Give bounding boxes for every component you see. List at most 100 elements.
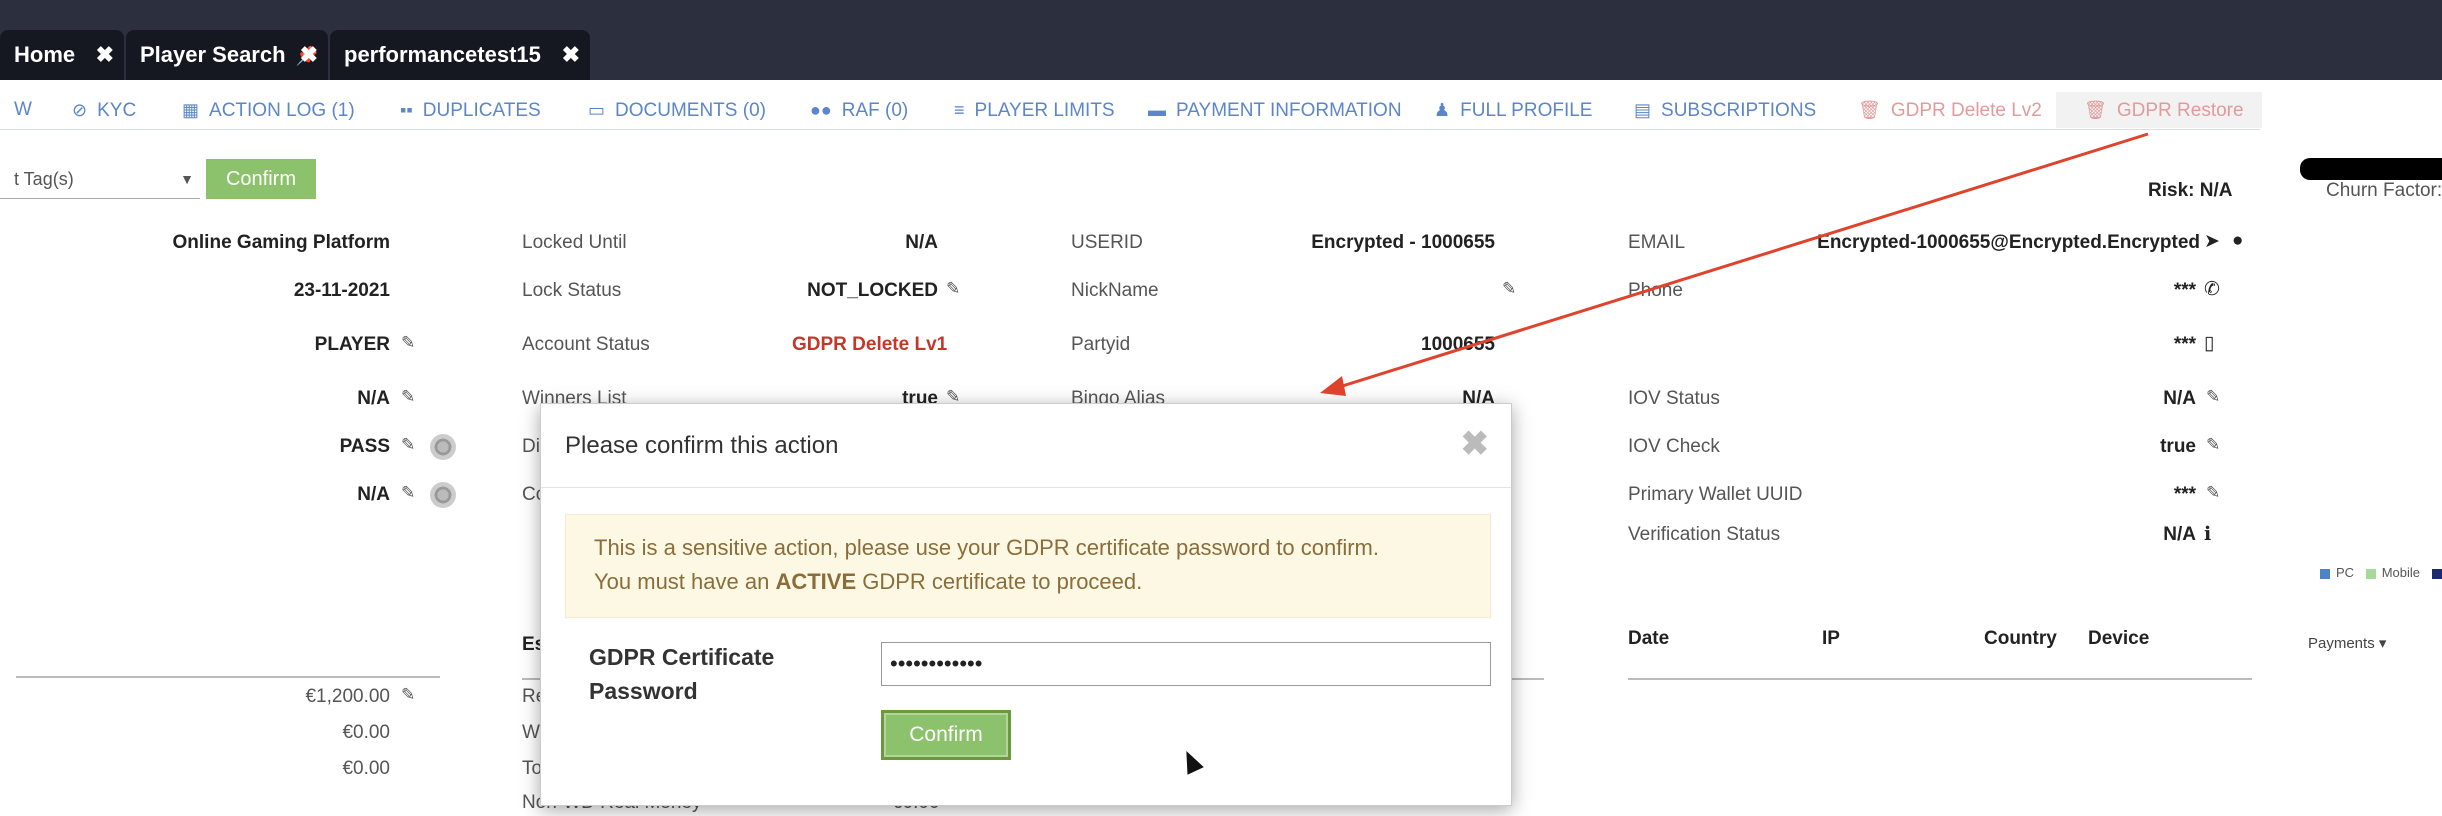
tab-bar: Home ✖ Player Search 📌 ✖ performancetest…	[0, 0, 2442, 80]
gdpr-password-input[interactable]	[881, 642, 1491, 686]
value-text: N/A	[357, 484, 390, 505]
nav-item-payment-information[interactable]: ▬ PAYMENT INFORMATION	[1148, 92, 1402, 128]
grid-icon: ▪▪	[400, 100, 413, 120]
nav-label: RAF (0)	[841, 100, 909, 121]
value-text: PLAYER	[314, 334, 390, 355]
iov-status-label: IOV Status	[1628, 388, 1720, 409]
dialog-confirm-button[interactable]: Confirm	[881, 710, 1011, 760]
col2-balance-label: W	[522, 722, 540, 743]
edit-icon[interactable]: ✎	[946, 279, 960, 299]
nav-item-documents[interactable]: ▭ DOCUMENTS (0)	[588, 92, 766, 128]
nav-item-kyc[interactable]: ⊘ KYC	[72, 92, 136, 128]
tab-label: Home	[14, 42, 76, 67]
close-icon[interactable]: ✖	[300, 30, 318, 80]
nav-item-duplicates[interactable]: ▪▪ DUPLICATES	[400, 92, 541, 128]
alert-bold-text: ACTIVE	[775, 569, 857, 594]
nav-item-raf[interactable]: ●● RAF (0)	[810, 92, 908, 128]
phone-value: ***	[2173, 280, 2196, 301]
col2-row5-label: Di	[522, 436, 540, 457]
fingerprint-icon[interactable]	[430, 482, 456, 508]
close-icon[interactable]: ✖	[562, 30, 580, 80]
value-text: N/A	[357, 388, 390, 409]
confirm-dialog: Please confirm this action ✖ This is a s…	[540, 403, 1512, 806]
risk-label: Risk: N/A	[2148, 180, 2233, 201]
primary-wallet-uuid-value: ***	[2173, 484, 2196, 505]
balance-value: €0.00	[342, 722, 390, 743]
map-icon: ▦	[182, 100, 200, 120]
chevron-down-icon: ▾	[2378, 635, 2387, 652]
iov-check-label: IOV Check	[1628, 436, 1720, 457]
tab-performancetest15[interactable]: performancetest15 ✖	[330, 30, 590, 80]
edit-icon[interactable]: ✎	[1502, 279, 1516, 299]
nav-item-gdpr-delete-lv2[interactable]: 🗑 GDPR Delete Lv2	[1858, 92, 2042, 128]
email-label: EMAIL	[1628, 232, 1686, 253]
edit-icon[interactable]: ✎	[2206, 387, 2220, 407]
nav-label: DOCUMENTS (0)	[615, 100, 766, 121]
redacted-bar	[2300, 158, 2442, 180]
account-status-label: Account Status	[522, 334, 650, 355]
nav-label: FULL PROFILE	[1460, 100, 1593, 121]
tab-label: Player Search	[140, 42, 286, 67]
divider	[1512, 678, 1544, 680]
tag-select-value: t Tag(s)	[14, 169, 74, 189]
nav-item-gdpr-restore[interactable]: 🗑 GDPR Restore	[2056, 92, 2262, 128]
userid-value: Encrypted - 1000655	[1311, 232, 1495, 253]
dialog-title: Please confirm this action	[565, 432, 839, 459]
nav-item-player-limits[interactable]: ≡ PLAYER LIMITS	[954, 92, 1115, 128]
edit-icon[interactable]: ✎	[401, 333, 415, 353]
fingerprint-icon[interactable]	[430, 434, 456, 460]
nav-label: ACTION LOG (1)	[209, 100, 355, 121]
divider	[1628, 678, 2252, 680]
tab-home[interactable]: Home ✖	[0, 30, 124, 80]
tab-label: performancetest15	[344, 42, 541, 67]
edit-icon[interactable]: ✎	[401, 483, 415, 503]
tag-confirm-button[interactable]: Confirm	[206, 159, 316, 199]
payments-dropdown-label: Payments	[2308, 635, 2375, 652]
locked-until-value: N/A	[905, 232, 938, 253]
phone-label: Phone	[1628, 280, 1683, 301]
legend-swatch	[2320, 568, 2330, 579]
tab-player-search[interactable]: Player Search 📌 ✖	[126, 30, 328, 80]
primary-wallet-uuid-label: Primary Wallet UUID	[1628, 484, 1803, 505]
trash-icon: 🗑	[1858, 100, 1881, 120]
edit-icon[interactable]: ✎	[2206, 483, 2220, 503]
registration-date-value: 23-11-2021	[293, 280, 390, 301]
mobile-value: ***	[2173, 334, 2196, 355]
tag-select[interactable]: t Tag(s) ▼	[0, 159, 200, 199]
chart-legend: PC Mobile	[2312, 565, 2442, 580]
edit-icon[interactable]: ✎	[2206, 435, 2220, 455]
edit-icon[interactable]: ✎	[401, 685, 415, 705]
nav-label: SUBSCRIPTIONS	[1661, 100, 1817, 121]
churn-factor-label: Churn Factor:	[2326, 180, 2442, 201]
document-icon: ▤	[1634, 100, 1652, 120]
mobile-icon[interactable]: ▯	[2204, 332, 2214, 355]
send-icon[interactable]: ➤	[2204, 230, 2220, 253]
nav-item-w[interactable]: W	[14, 92, 32, 128]
pass-value: PASS	[60, 436, 390, 458]
col1-row6-value: N/A	[60, 484, 390, 506]
account-status-value: GDPR Delete Lv1	[792, 334, 948, 355]
device-column-header: Device	[2088, 628, 2150, 649]
nav-label: GDPR Delete Lv2	[1890, 100, 2042, 121]
nav-label: GDPR Restore	[2116, 100, 2244, 121]
payments-dropdown[interactable]: Payments ▾	[2308, 634, 2386, 652]
nav-item-subscriptions[interactable]: ▤ SUBSCRIPTIONS	[1634, 92, 1816, 128]
nav-item-action-log[interactable]: ▦ ACTION LOG (1)	[182, 92, 355, 128]
edit-icon[interactable]: ✎	[401, 435, 415, 455]
player-type-value: PLAYER	[60, 334, 390, 356]
legend-label: PC	[2336, 565, 2355, 580]
nav-item-full-profile[interactable]: ♟ FULL PROFILE	[1434, 92, 1592, 128]
user-icon[interactable]: ●	[2232, 230, 2243, 252]
chevron-down-icon: ▼	[180, 171, 194, 187]
player-subnav: W ⊘ KYC ▦ ACTION LOG (1) ▪▪ DUPLICATES ▭ DOC…	[0, 92, 2262, 130]
close-icon[interactable]: ✖	[96, 30, 114, 80]
phone-icon[interactable]: ✆	[2204, 278, 2220, 301]
edit-icon[interactable]: ✎	[401, 387, 415, 407]
label-line: Password	[589, 678, 698, 704]
info-icon[interactable]: ℹ	[2204, 523, 2211, 546]
ip-column-header: IP	[1822, 628, 1840, 649]
divider	[522, 678, 542, 680]
password-field-label: GDPR Certificate Password	[589, 640, 774, 708]
country-column-header: Country	[1984, 628, 2057, 649]
close-icon[interactable]: ✖	[1461, 424, 1490, 464]
